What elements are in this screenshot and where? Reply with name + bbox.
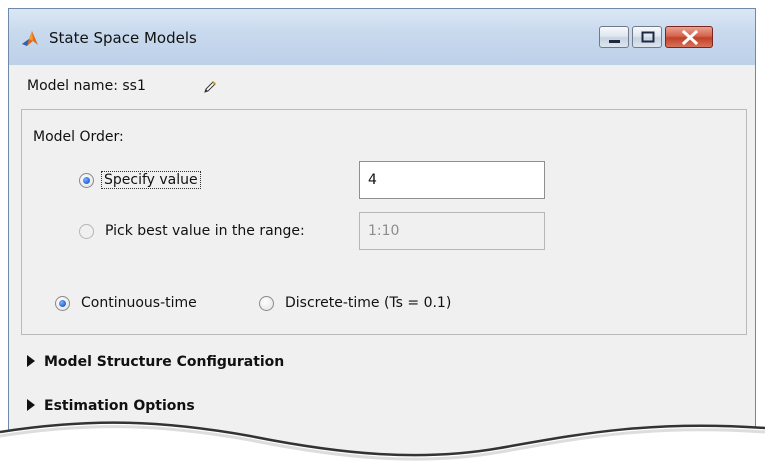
specify-value-text: Specify value xyxy=(101,171,201,189)
model-name-label: Model name: ss1 xyxy=(27,78,146,94)
model-structure-label: Model Structure Configuration xyxy=(44,354,285,370)
model-structure-section[interactable]: Model Structure Configuration xyxy=(27,354,284,370)
minimize-button[interactable] xyxy=(599,26,629,48)
model-order-label: Model Order: xyxy=(33,129,124,145)
minimize-icon xyxy=(609,40,620,43)
maximize-button[interactable] xyxy=(632,26,662,48)
order-range-input[interactable] xyxy=(359,212,545,250)
pick-range-label[interactable]: Pick best value in the range: xyxy=(105,222,305,240)
matlab-logo-icon xyxy=(22,31,38,46)
specify-value-label[interactable]: Specify value xyxy=(101,171,201,189)
pick-range-radio[interactable] xyxy=(79,224,94,239)
order-value-input[interactable] xyxy=(359,161,545,199)
title-bar[interactable]: State Space Models xyxy=(9,9,755,66)
torn-edge xyxy=(0,421,765,468)
discrete-time-label[interactable]: Discrete-time (Ts = 0.1) xyxy=(285,294,451,312)
specify-value-radio[interactable] xyxy=(79,173,94,188)
state-space-models-window: State Space Models Model name: ss1 Model… xyxy=(8,8,756,468)
continuous-time-label[interactable]: Continuous-time xyxy=(81,294,197,312)
window-title: State Space Models xyxy=(49,29,197,47)
continuous-time-radio[interactable] xyxy=(55,296,70,311)
maximize-icon xyxy=(641,31,655,43)
close-icon xyxy=(681,29,699,46)
triangle-right-icon xyxy=(27,355,35,367)
discrete-time-radio[interactable] xyxy=(259,296,274,311)
pencil-icon[interactable] xyxy=(202,79,218,95)
close-button[interactable] xyxy=(665,26,713,48)
